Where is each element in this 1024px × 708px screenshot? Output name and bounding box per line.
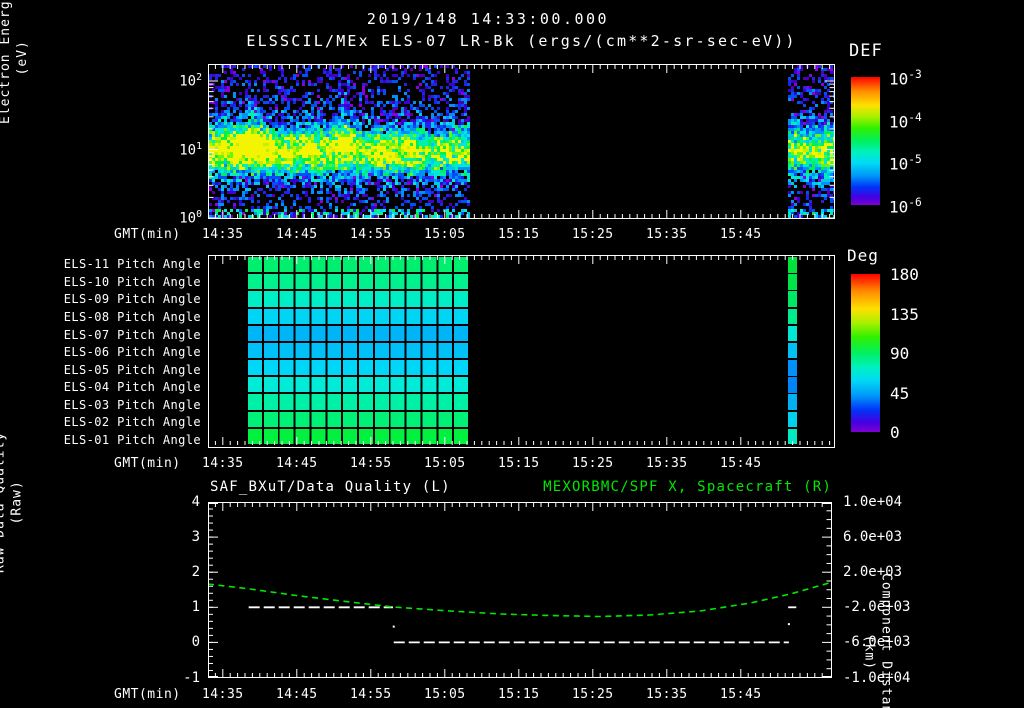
distance-tick-label: 1.0e+04	[843, 494, 903, 510]
x-tick-label-middle: 15:15	[497, 456, 540, 471]
x-tick-label-bottom: 15:35	[645, 687, 688, 702]
x-tick-label-bottom: 14:55	[349, 687, 392, 702]
deg-scale-label: 45	[890, 383, 910, 403]
quality-axis-label-line2: (Raw)	[9, 480, 25, 525]
quality-tick-label: 4	[191, 494, 200, 510]
pitch-row-label: ELS-06 Pitch Angle	[63, 345, 201, 360]
x-tick-label-middle: 14:35	[201, 456, 244, 471]
def-colorbar	[851, 77, 880, 205]
panel-overlay	[214, 256, 831, 445]
distance-tick-label: 2.0e+03	[843, 564, 903, 581]
x-tick-label-top: 15:45	[719, 227, 762, 242]
quality-axis-label: Raw Data Quality (Raw)	[0, 432, 25, 573]
quality-tick-label: 3	[191, 529, 200, 546]
distance-tick-label: -2.0e+03	[843, 599, 911, 616]
panel-overlay	[209, 65, 834, 218]
quality-axis-label-line1: Raw Data Quality	[0, 431, 8, 573]
x-tick-label-top: 15:05	[423, 227, 466, 242]
energy-axis-label: Electron Energy (eV)	[0, 0, 31, 124]
pitch-row-label: ELS-05 Pitch Angle	[63, 362, 201, 377]
pitch-row-label: ELS-03 Pitch Angle	[63, 397, 201, 412]
def-colorbar-title: DEF	[849, 41, 883, 61]
x-tick-label-top: 14:35	[201, 227, 244, 242]
quality-tick-label: -1	[183, 669, 200, 686]
electron-energy-spectrogram-panel	[208, 64, 835, 219]
x-tick-label-bottom: 15:45	[719, 687, 762, 702]
deg-colorbar-title: Deg	[847, 246, 879, 265]
pitch-row-label: ELS-01 Pitch Angle	[63, 432, 201, 447]
energy-axis-label-line2: (eV)	[14, 40, 30, 76]
pitch-row-label: ELS-07 Pitch Angle	[63, 327, 201, 342]
quality-tick-label: 2	[191, 564, 200, 581]
x-tick-label-middle: 15:35	[645, 456, 688, 471]
deg-colorbar-gradient	[851, 274, 880, 432]
quality-tick-label: 1	[191, 599, 200, 616]
x-tick-label-middle: 15:05	[423, 456, 466, 471]
bottom-left-series-title: SAF_BXuT/Data Quality (L)	[210, 479, 451, 495]
energy-tick-label: 100	[179, 209, 202, 227]
plot-main-title: ELSSCIL/MEx ELS-07 LR-Bk (ergs/(cm**2-sr…	[246, 32, 797, 50]
x-tick-label-middle: 15:45	[719, 456, 762, 471]
pitch-row-label: ELS-02 Pitch Angle	[63, 415, 201, 430]
x-tick-label-top: 14:45	[275, 227, 318, 242]
x-tick-label-bottom: 15:15	[497, 687, 540, 702]
panel-overlay	[209, 503, 831, 677]
pitch-row-label: ELS-10 Pitch Angle	[63, 274, 201, 289]
pitch-row-label: ELS-11 Pitch Angle	[63, 257, 201, 272]
x-tick-label-middle: 14:55	[349, 456, 392, 471]
x-tick-label-top: 14:55	[349, 227, 392, 242]
bottom-right-series-title: MEXORBMC/SPF X, Spacecraft (R)	[543, 479, 832, 495]
energy-tick-label: 102	[179, 72, 202, 90]
x-tick-label-bottom: 15:05	[423, 687, 466, 702]
deg-scale-label: 135	[890, 304, 919, 324]
deg-scale-label: 180	[890, 265, 919, 284]
pitch-row-label: ELS-04 Pitch Angle	[63, 380, 201, 395]
quality-tick-label: 0	[191, 634, 200, 651]
gmt-axis-label-top: GMT(min)	[114, 227, 181, 242]
def-scale-label: 10-6	[889, 196, 922, 217]
deg-scale-label: 0	[890, 423, 900, 442]
x-tick-label-middle: 15:25	[571, 456, 614, 471]
x-tick-label-middle: 14:45	[275, 456, 318, 471]
gmt-axis-label-bottom: GMT(min)	[114, 687, 181, 702]
gmt-axis-label-middle: GMT(min)	[114, 456, 181, 471]
x-tick-label-top: 15:15	[497, 227, 540, 242]
x-tick-label-bottom: 14:45	[275, 687, 318, 702]
def-scale-label: 10-4	[889, 110, 922, 131]
deg-scale-label: 90	[890, 344, 910, 363]
energy-tick-label: 101	[179, 141, 202, 159]
distance-tick-label: -6.0e+03	[843, 634, 911, 651]
pitch-row-label: ELS-08 Pitch Angle	[63, 309, 201, 324]
x-tick-label-top: 15:35	[645, 227, 688, 242]
distance-tick-label: -1.0e+04	[843, 669, 911, 686]
distance-tick-label: 6.0e+03	[843, 529, 903, 546]
x-tick-label-top: 15:25	[571, 227, 614, 242]
energy-axis-label-line1: Electron Energy	[0, 0, 13, 124]
def-scale-label: 10-3	[889, 68, 922, 89]
x-tick-label-bottom: 15:25	[571, 687, 614, 702]
x-tick-label-bottom: 14:35	[201, 687, 244, 702]
els-summary-plot-page: 2019/148 14:33:00.000 ELSSCIL/MEx ELS-07…	[0, 0, 1024, 708]
def-colorbar-gradient	[851, 77, 880, 205]
deg-colorbar	[851, 274, 880, 432]
pitch-row-label: ELS-09 Pitch Angle	[63, 292, 201, 307]
quality-distance-panel	[208, 502, 832, 678]
plot-timestamp-title: 2019/148 14:33:00.000	[366, 10, 610, 28]
def-scale-label: 10-5	[889, 153, 922, 174]
pitch-angle-panel	[208, 255, 835, 448]
